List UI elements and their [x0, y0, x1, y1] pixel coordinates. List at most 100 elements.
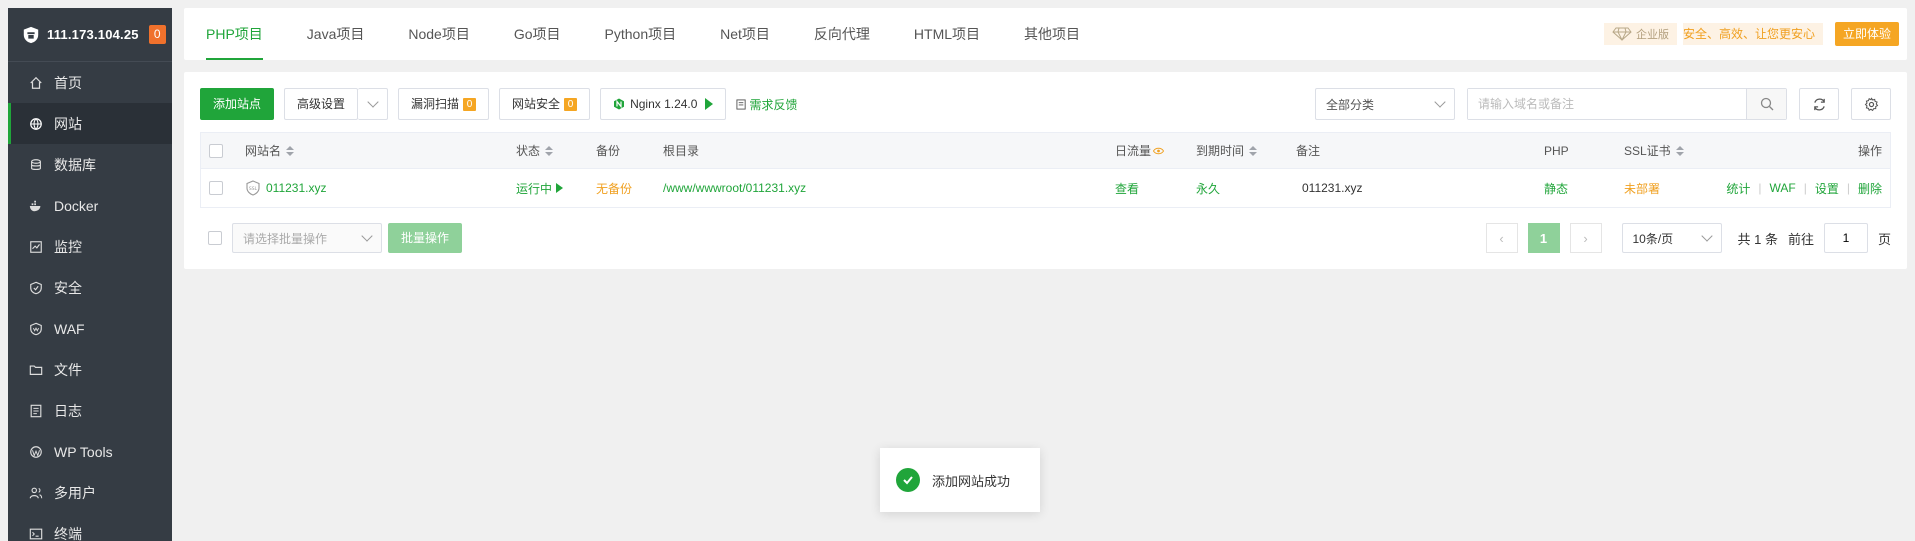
play-icon [705, 98, 714, 110]
advanced-settings-button[interactable]: 高级设置 [284, 88, 359, 120]
advanced-settings-dropdown[interactable] [358, 88, 389, 120]
php-version-link[interactable]: 静态 [1544, 180, 1568, 197]
sidebar-item-label: Docker [54, 197, 99, 214]
col-expire-label: 到期时间 [1196, 144, 1245, 158]
settings-link[interactable]: 设置 [1815, 180, 1839, 197]
site-name-cell: SSL 011231.xyz [245, 180, 327, 196]
sidebar-item-label: 日志 [54, 402, 82, 419]
col-php: PHP [1544, 143, 1569, 158]
sort-icon [286, 145, 295, 156]
col-ops: 操作 [1857, 144, 1882, 158]
select-all-checkbox[interactable] [209, 143, 223, 158]
nginx-button[interactable]: Nginx 1.24.0 [600, 88, 727, 120]
vuln-count-badge: 0 [463, 97, 477, 111]
sidebar-item-database[interactable]: 数据库 [8, 144, 172, 185]
search-box [1467, 88, 1787, 120]
vuln-scan-button[interactable]: 漏洞扫描 0 [398, 88, 490, 120]
tab-html[interactable]: HTML项目 [892, 8, 1002, 60]
sidebar-item-security[interactable]: 安全 [8, 267, 172, 308]
category-select[interactable]: 全部分类 [1315, 88, 1455, 120]
sidebar-item-multiuser[interactable]: 多用户 [8, 472, 172, 513]
sidebar-item-monitor[interactable]: 监控 [8, 226, 172, 267]
vuln-scan-label: 漏洞扫描 [411, 97, 460, 111]
edit-icon [736, 98, 747, 110]
col-ssl[interactable]: SSL证书 [1624, 142, 1684, 159]
goto-page-input[interactable] [1823, 223, 1868, 253]
chevron-down-icon [1700, 230, 1713, 242]
sidebar-item-label: 安全 [54, 279, 82, 296]
ssl-status-link[interactable]: 未部署 [1624, 180, 1660, 197]
batch-action-select[interactable]: 请选择批量操作 [232, 223, 382, 253]
waf-link[interactable]: WAF [1770, 181, 1796, 195]
toolbar-right: 全部分类 [1315, 88, 1891, 120]
sidebar-item-terminal[interactable]: 终端 [8, 513, 172, 541]
pagination: ‹ 1 › 10条/页 共 1 条 前往 页 [1485, 223, 1891, 253]
success-toast: 添加网站成功 [880, 448, 1040, 512]
root-dir-link[interactable]: /www/wwwroot/011231.xyz [663, 181, 806, 195]
feedback-link[interactable]: 需求反馈 [736, 96, 797, 113]
remark-cell[interactable]: 011231.xyz [1302, 181, 1363, 195]
enterprise-tag-label: 企业版 [1635, 29, 1669, 41]
traffic-view-link[interactable]: 查看 [1115, 180, 1139, 197]
site-name-link[interactable]: 011231.xyz [266, 181, 327, 195]
sidebar-item-wp-tools[interactable]: WP Tools [8, 431, 172, 472]
col-status[interactable]: 状态 [516, 142, 554, 159]
backup-link[interactable]: 无备份 [596, 180, 632, 197]
try-now-button[interactable]: 立即体验 [1834, 22, 1899, 46]
tab-node[interactable]: Node项目 [386, 8, 491, 60]
stats-link[interactable]: 统计 [1726, 180, 1750, 197]
status-running[interactable]: 运行中 [516, 180, 564, 197]
prev-page-button[interactable]: ‹ [1485, 223, 1518, 253]
wordpress-icon [28, 444, 44, 460]
col-expire[interactable]: 到期时间 [1196, 142, 1258, 159]
footer-checkbox[interactable] [208, 231, 222, 245]
notification-badge[interactable]: 0 [148, 25, 166, 44]
page-size-value: 10条/页 [1632, 231, 1674, 246]
checkbox[interactable] [209, 143, 223, 158]
settings-button[interactable] [1851, 88, 1891, 120]
sidebar-item-files[interactable]: 文件 [8, 349, 172, 390]
col-name[interactable]: 网站名 [245, 142, 295, 159]
sidebar-item-docker[interactable]: Docker [8, 185, 172, 226]
sidebar-item-label: 数据库 [54, 156, 96, 173]
next-page-button[interactable]: › [1569, 223, 1602, 253]
col-name-label: 网站名 [245, 144, 282, 158]
nginx-icon [614, 98, 625, 110]
current-page[interactable]: 1 [1527, 223, 1560, 253]
delete-link[interactable]: 删除 [1858, 180, 1882, 197]
col-ssl-label: SSL证书 [1624, 144, 1671, 158]
col-traffic: 日流量 [1115, 142, 1165, 159]
sidebar-item-waf[interactable]: WAF [8, 308, 172, 349]
search-input[interactable] [1468, 89, 1746, 119]
refresh-button[interactable] [1799, 88, 1839, 120]
batch-action-button[interactable]: 批量操作 [388, 223, 463, 253]
tab-python[interactable]: Python项目 [583, 8, 699, 60]
sidebar-item-label: 多用户 [54, 484, 96, 501]
tab-java[interactable]: Java项目 [285, 8, 387, 60]
sidebar-item-label: 网站 [54, 115, 82, 132]
sidebar-item-logs[interactable]: 日志 [8, 390, 172, 431]
tab-go[interactable]: Go项目 [492, 8, 583, 60]
tab-net[interactable]: Net项目 [698, 8, 792, 60]
add-site-button[interactable]: 添加站点 [200, 88, 275, 120]
toolbar: 添加站点 高级设置 漏洞扫描 0 网站安全 0 Nginx 1.24.0 需求反… [200, 88, 1891, 120]
row-checkbox[interactable] [209, 181, 223, 195]
expire-link[interactable]: 永久 [1196, 180, 1220, 197]
page-size-select[interactable]: 10条/页 [1621, 223, 1722, 253]
separator: | [1758, 181, 1762, 195]
checkbox[interactable] [209, 181, 223, 195]
server-header[interactable]: 111.173.104.25 0 [8, 8, 172, 62]
search-button[interactable] [1746, 89, 1786, 119]
tab-reverse-proxy[interactable]: 反向代理 [792, 8, 892, 60]
sidebar-item-home[interactable]: 首页 [8, 62, 172, 103]
tab-php[interactable]: PHP项目 [184, 8, 285, 60]
col-remark: 备注 [1296, 144, 1321, 158]
check-circle-icon [896, 468, 920, 492]
tab-other[interactable]: 其他项目 [1002, 8, 1102, 60]
users-icon [28, 485, 44, 501]
site-security-button[interactable]: 网站安全 0 [499, 88, 591, 120]
database-icon [28, 157, 44, 173]
sidebar-item-website[interactable]: 网站 [8, 103, 172, 144]
sidebar-item-label: 文件 [54, 361, 82, 378]
table-footer: 请选择批量操作 批量操作 ‹ 1 › 10条/页 共 1 条 前往 页 [200, 222, 1891, 254]
